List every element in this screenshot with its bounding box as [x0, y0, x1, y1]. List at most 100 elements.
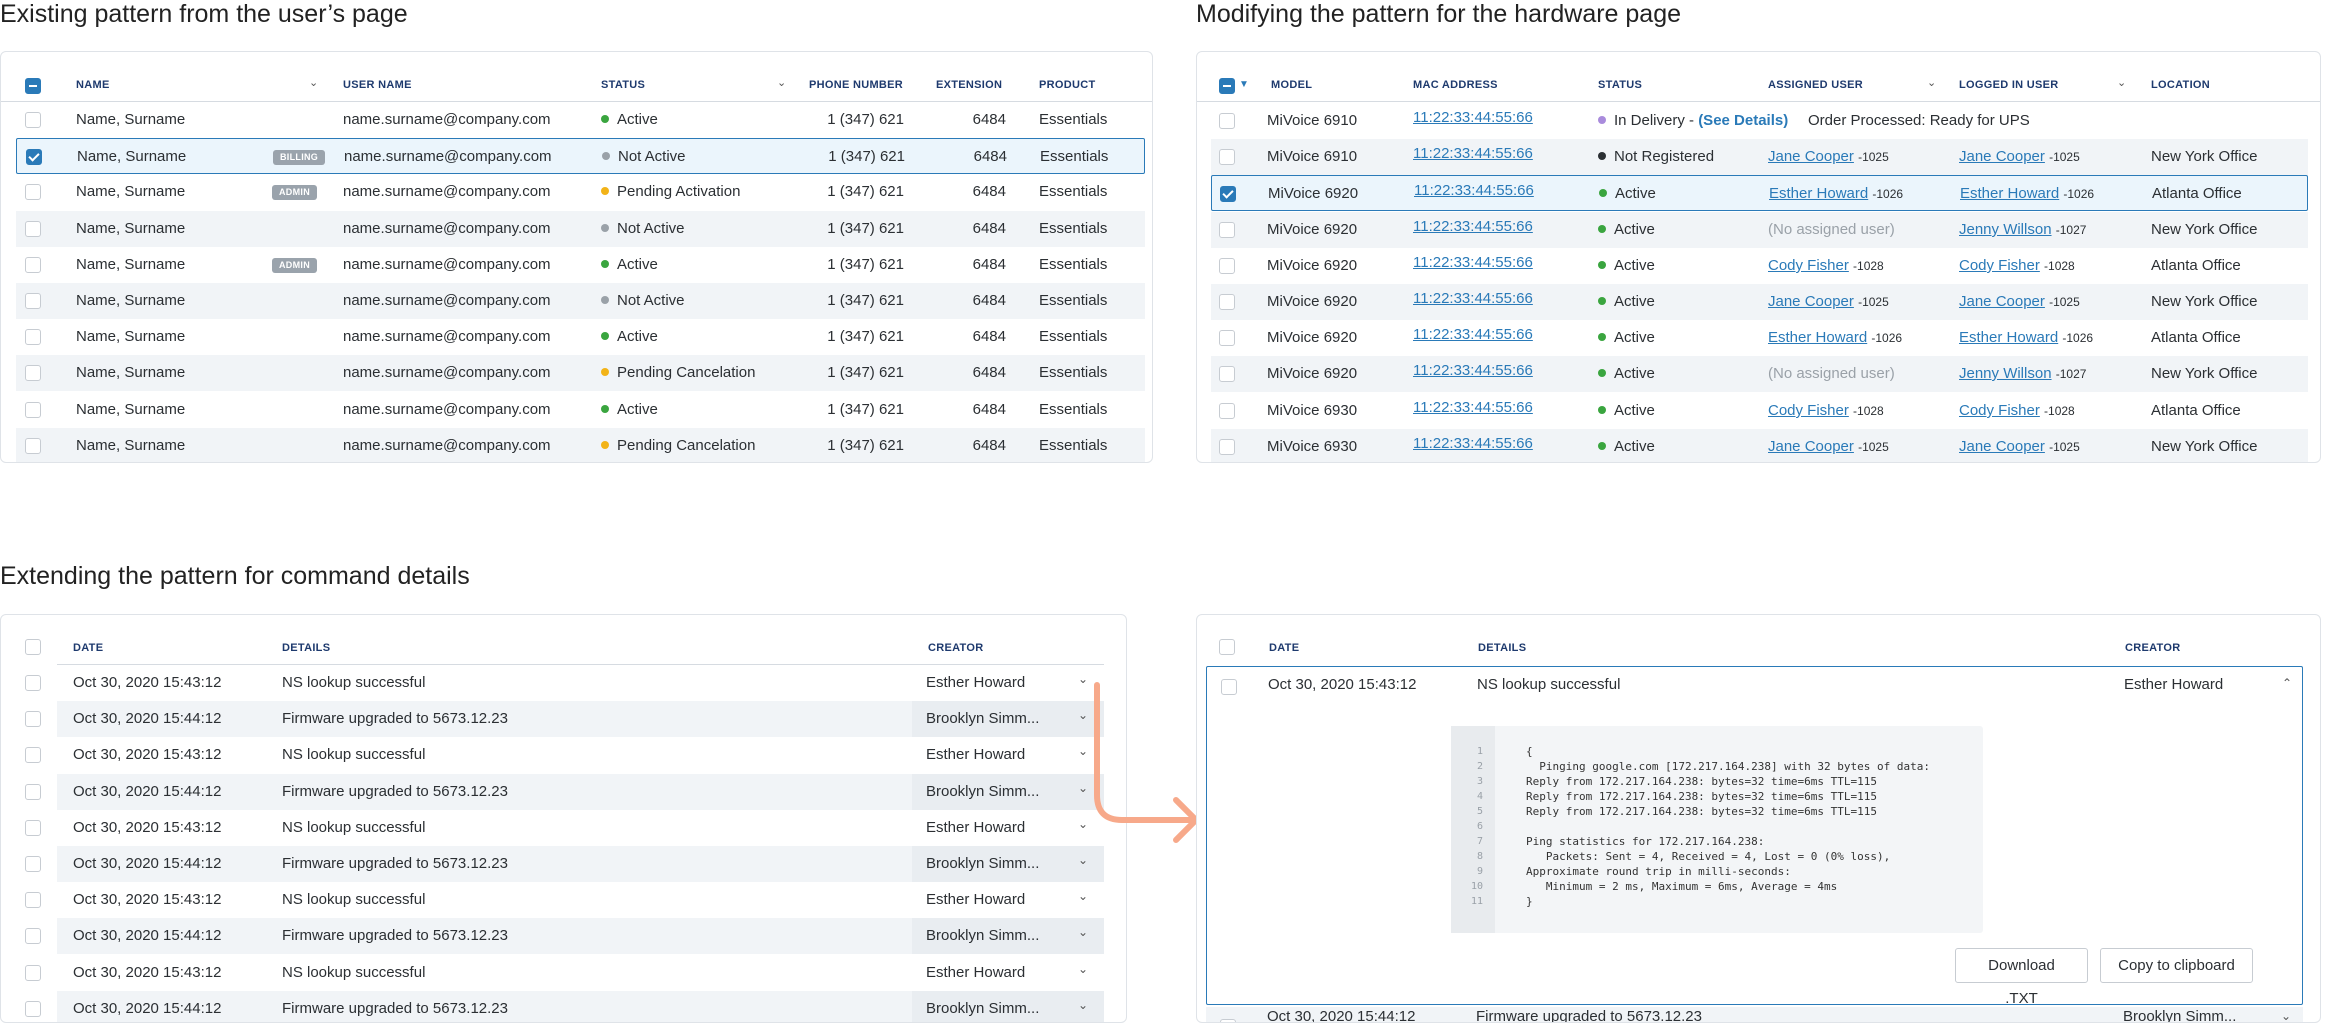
- row-checkbox[interactable]: [25, 112, 41, 128]
- select-all-checkbox[interactable]: [1219, 78, 1235, 94]
- row-checkbox[interactable]: [1219, 258, 1235, 274]
- row-checkbox[interactable]: [25, 892, 41, 908]
- row-checkbox[interactable]: [1221, 679, 1237, 695]
- row-checkbox[interactable]: [1220, 186, 1236, 202]
- header-extension[interactable]: EXTENSION: [936, 79, 1002, 91]
- table-row[interactable]: Oct 30, 2020 15:44:12 Firmware upgraded …: [1206, 1007, 2303, 1022]
- mac-address-link[interactable]: 11:22:33:44:55:66: [1413, 353, 1533, 389]
- table-row[interactable]: MiVoice 6930 11:22:33:44:55:66 Active Jane …: [1211, 426, 2308, 462]
- row-checkbox[interactable]: [25, 329, 41, 345]
- table-row[interactable]: Oct 30, 2020 15:44:12 Firmware upgraded t…: [1, 774, 1126, 810]
- mac-address-link[interactable]: 11:22:33:44:55:66: [1413, 426, 1533, 462]
- row-checkbox[interactable]: [25, 965, 41, 981]
- table-row[interactable]: MiVoice 6920 11:22:33:44:55:66 Active Cody …: [1211, 248, 2308, 284]
- row-checkbox[interactable]: [25, 928, 41, 944]
- chevron-down-icon[interactable]: ⌄: [1927, 76, 1936, 89]
- table-row[interactable]: Oct 30, 2020 15:44:12 Firmware upgraded t…: [1, 918, 1126, 954]
- header-username[interactable]: USER NAME: [343, 79, 412, 91]
- table-row[interactable]: Oct 30, 2020 15:43:12 NS lookup successfu…: [1, 955, 1126, 991]
- table-row[interactable]: Name, Surname name.surname@company.com Not…: [16, 283, 1145, 319]
- row-checkbox[interactable]: [25, 784, 41, 800]
- mac-address-link[interactable]: 11:22:33:44:55:66: [1413, 390, 1533, 426]
- table-row[interactable]: Name, Surname name.surname@company.com Pen…: [16, 428, 1145, 462]
- logged-in-user-link[interactable]: Jane Cooper: [1959, 148, 2045, 165]
- logged-in-user-link[interactable]: Jenny Willson: [1959, 365, 2052, 382]
- assigned-user-link[interactable]: Jane Cooper: [1768, 148, 1854, 165]
- select-all-checkbox[interactable]: [25, 78, 41, 94]
- table-row[interactable]: Name, Surname ADMIN name.surname@company.c…: [16, 174, 1145, 210]
- logged-in-user-link[interactable]: Jane Cooper: [1959, 438, 2045, 455]
- logged-in-user-link[interactable]: Cody Fisher: [1959, 257, 2040, 274]
- download-txt-button[interactable]: Download .TXT: [1955, 948, 2088, 1007]
- chevron-down-icon[interactable]: ⌄: [777, 76, 786, 89]
- table-row[interactable]: Name, Surname name.surname@company.com Act…: [16, 102, 1145, 138]
- table-row[interactable]: MiVoice 6910 11:22:33:44:55:66 Not Registe…: [1211, 139, 2308, 175]
- row-checkbox[interactable]: [1219, 403, 1235, 419]
- chevron-down-icon[interactable]: ⌄: [2117, 76, 2126, 89]
- header-model[interactable]: MODEL: [1271, 79, 1312, 91]
- header-name[interactable]: NAME: [76, 79, 110, 91]
- assigned-user-link[interactable]: Cody Fisher: [1768, 402, 1849, 419]
- chevron-down-icon[interactable]: ▼: [1239, 79, 1249, 90]
- header-status[interactable]: STATUS: [1598, 79, 1642, 91]
- mac-address-link[interactable]: 11:22:33:44:55:66: [1413, 245, 1533, 281]
- assigned-user-link[interactable]: Esther Howard: [1769, 185, 1868, 202]
- table-row[interactable]: MiVoice 6920 11:22:33:44:55:66 Active Jane …: [1211, 284, 2308, 320]
- logged-in-user-link[interactable]: Esther Howard: [1959, 329, 2058, 346]
- row-checkbox[interactable]: [25, 1001, 41, 1017]
- select-all-checkbox[interactable]: [25, 639, 41, 655]
- row-checkbox[interactable]: [25, 711, 41, 727]
- row-checkbox[interactable]: [25, 365, 41, 381]
- header-creator[interactable]: CREATOR: [928, 642, 983, 654]
- header-product[interactable]: PRODUCT: [1039, 79, 1096, 91]
- assigned-user-link[interactable]: Jane Cooper: [1768, 438, 1854, 455]
- row-checkbox[interactable]: [1219, 330, 1235, 346]
- header-location[interactable]: LOCATION: [2151, 79, 2210, 91]
- row-checkbox[interactable]: [1219, 149, 1235, 165]
- table-row[interactable]: MiVoice 6920 11:22:33:44:55:66 Active Esthe…: [1211, 175, 2308, 211]
- table-row[interactable]: Name, Surname name.surname@company.com Pen…: [16, 355, 1145, 391]
- row-checkbox[interactable]: [25, 856, 41, 872]
- logged-in-user-link[interactable]: Jenny Willson: [1959, 221, 2052, 238]
- row-checkbox[interactable]: [25, 747, 41, 763]
- row-checkbox[interactable]: [1219, 439, 1235, 455]
- row-checkbox[interactable]: [1219, 294, 1235, 310]
- table-row[interactable]: MiVoice 6930 11:22:33:44:55:66 Active Cody …: [1211, 393, 2308, 429]
- row-checkbox[interactable]: [25, 257, 41, 273]
- assigned-user-link[interactable]: Cody Fisher: [1768, 257, 1849, 274]
- chevron-down-icon[interactable]: ⌄: [1078, 925, 1088, 939]
- select-all-checkbox[interactable]: [1219, 639, 1235, 655]
- header-creator[interactable]: CREATOR: [2125, 642, 2180, 654]
- logged-in-user-link[interactable]: Esther Howard: [1960, 185, 2059, 202]
- see-details-link[interactable]: (See Details): [1698, 112, 1788, 129]
- table-row[interactable]: Name, Surname name.surname@company.com Not…: [16, 211, 1145, 247]
- row-checkbox[interactable]: [25, 184, 41, 200]
- expanded-row[interactable]: Oct 30, 2020 15:43:12 NS lookup successf…: [1206, 666, 2303, 1007]
- table-row[interactable]: Oct 30, 2020 15:43:12 NS lookup successfu…: [1, 737, 1126, 773]
- row-checkbox[interactable]: [25, 438, 41, 454]
- chevron-down-icon[interactable]: ⌄: [309, 76, 318, 89]
- table-row[interactable]: Oct 30, 2020 15:44:12 Firmware upgraded t…: [1, 991, 1126, 1022]
- row-checkbox[interactable]: [25, 675, 41, 691]
- table-row[interactable]: Name, Surname name.surname@company.com Act…: [16, 319, 1145, 355]
- chevron-down-icon[interactable]: ⌄: [1078, 889, 1088, 903]
- table-row[interactable]: Name, Surname name.surname@company.com Act…: [16, 392, 1145, 428]
- logged-in-user-link[interactable]: Jane Cooper: [1959, 293, 2045, 310]
- header-details[interactable]: DETAILS: [1478, 642, 1526, 654]
- mac-address-link[interactable]: 11:22:33:44:55:66: [1413, 281, 1533, 317]
- mac-address-link[interactable]: 11:22:33:44:55:66: [1413, 100, 1533, 136]
- header-date[interactable]: DATE: [1269, 642, 1299, 654]
- mac-address-link[interactable]: 11:22:33:44:55:66: [1413, 136, 1533, 172]
- header-details[interactable]: DETAILS: [282, 642, 330, 654]
- chevron-down-icon[interactable]: ⌄: [1078, 853, 1088, 867]
- table-row[interactable]: MiVoice 6920 11:22:33:44:55:66 Active (No a…: [1211, 212, 2308, 248]
- header-date[interactable]: DATE: [73, 642, 103, 654]
- table-row[interactable]: Oct 30, 2020 15:44:12 Firmware upgraded t…: [1, 846, 1126, 882]
- header-assigned-user[interactable]: ASSIGNED USER: [1768, 79, 1863, 91]
- table-row[interactable]: Oct 30, 2020 15:44:12 Firmware upgraded t…: [1, 701, 1126, 737]
- assigned-user-link[interactable]: Esther Howard: [1768, 329, 1867, 346]
- logged-in-user-link[interactable]: Cody Fisher: [1959, 402, 2040, 419]
- row-checkbox[interactable]: [25, 293, 41, 309]
- row-checkbox[interactable]: [1219, 113, 1235, 129]
- row-checkbox[interactable]: [1219, 366, 1235, 382]
